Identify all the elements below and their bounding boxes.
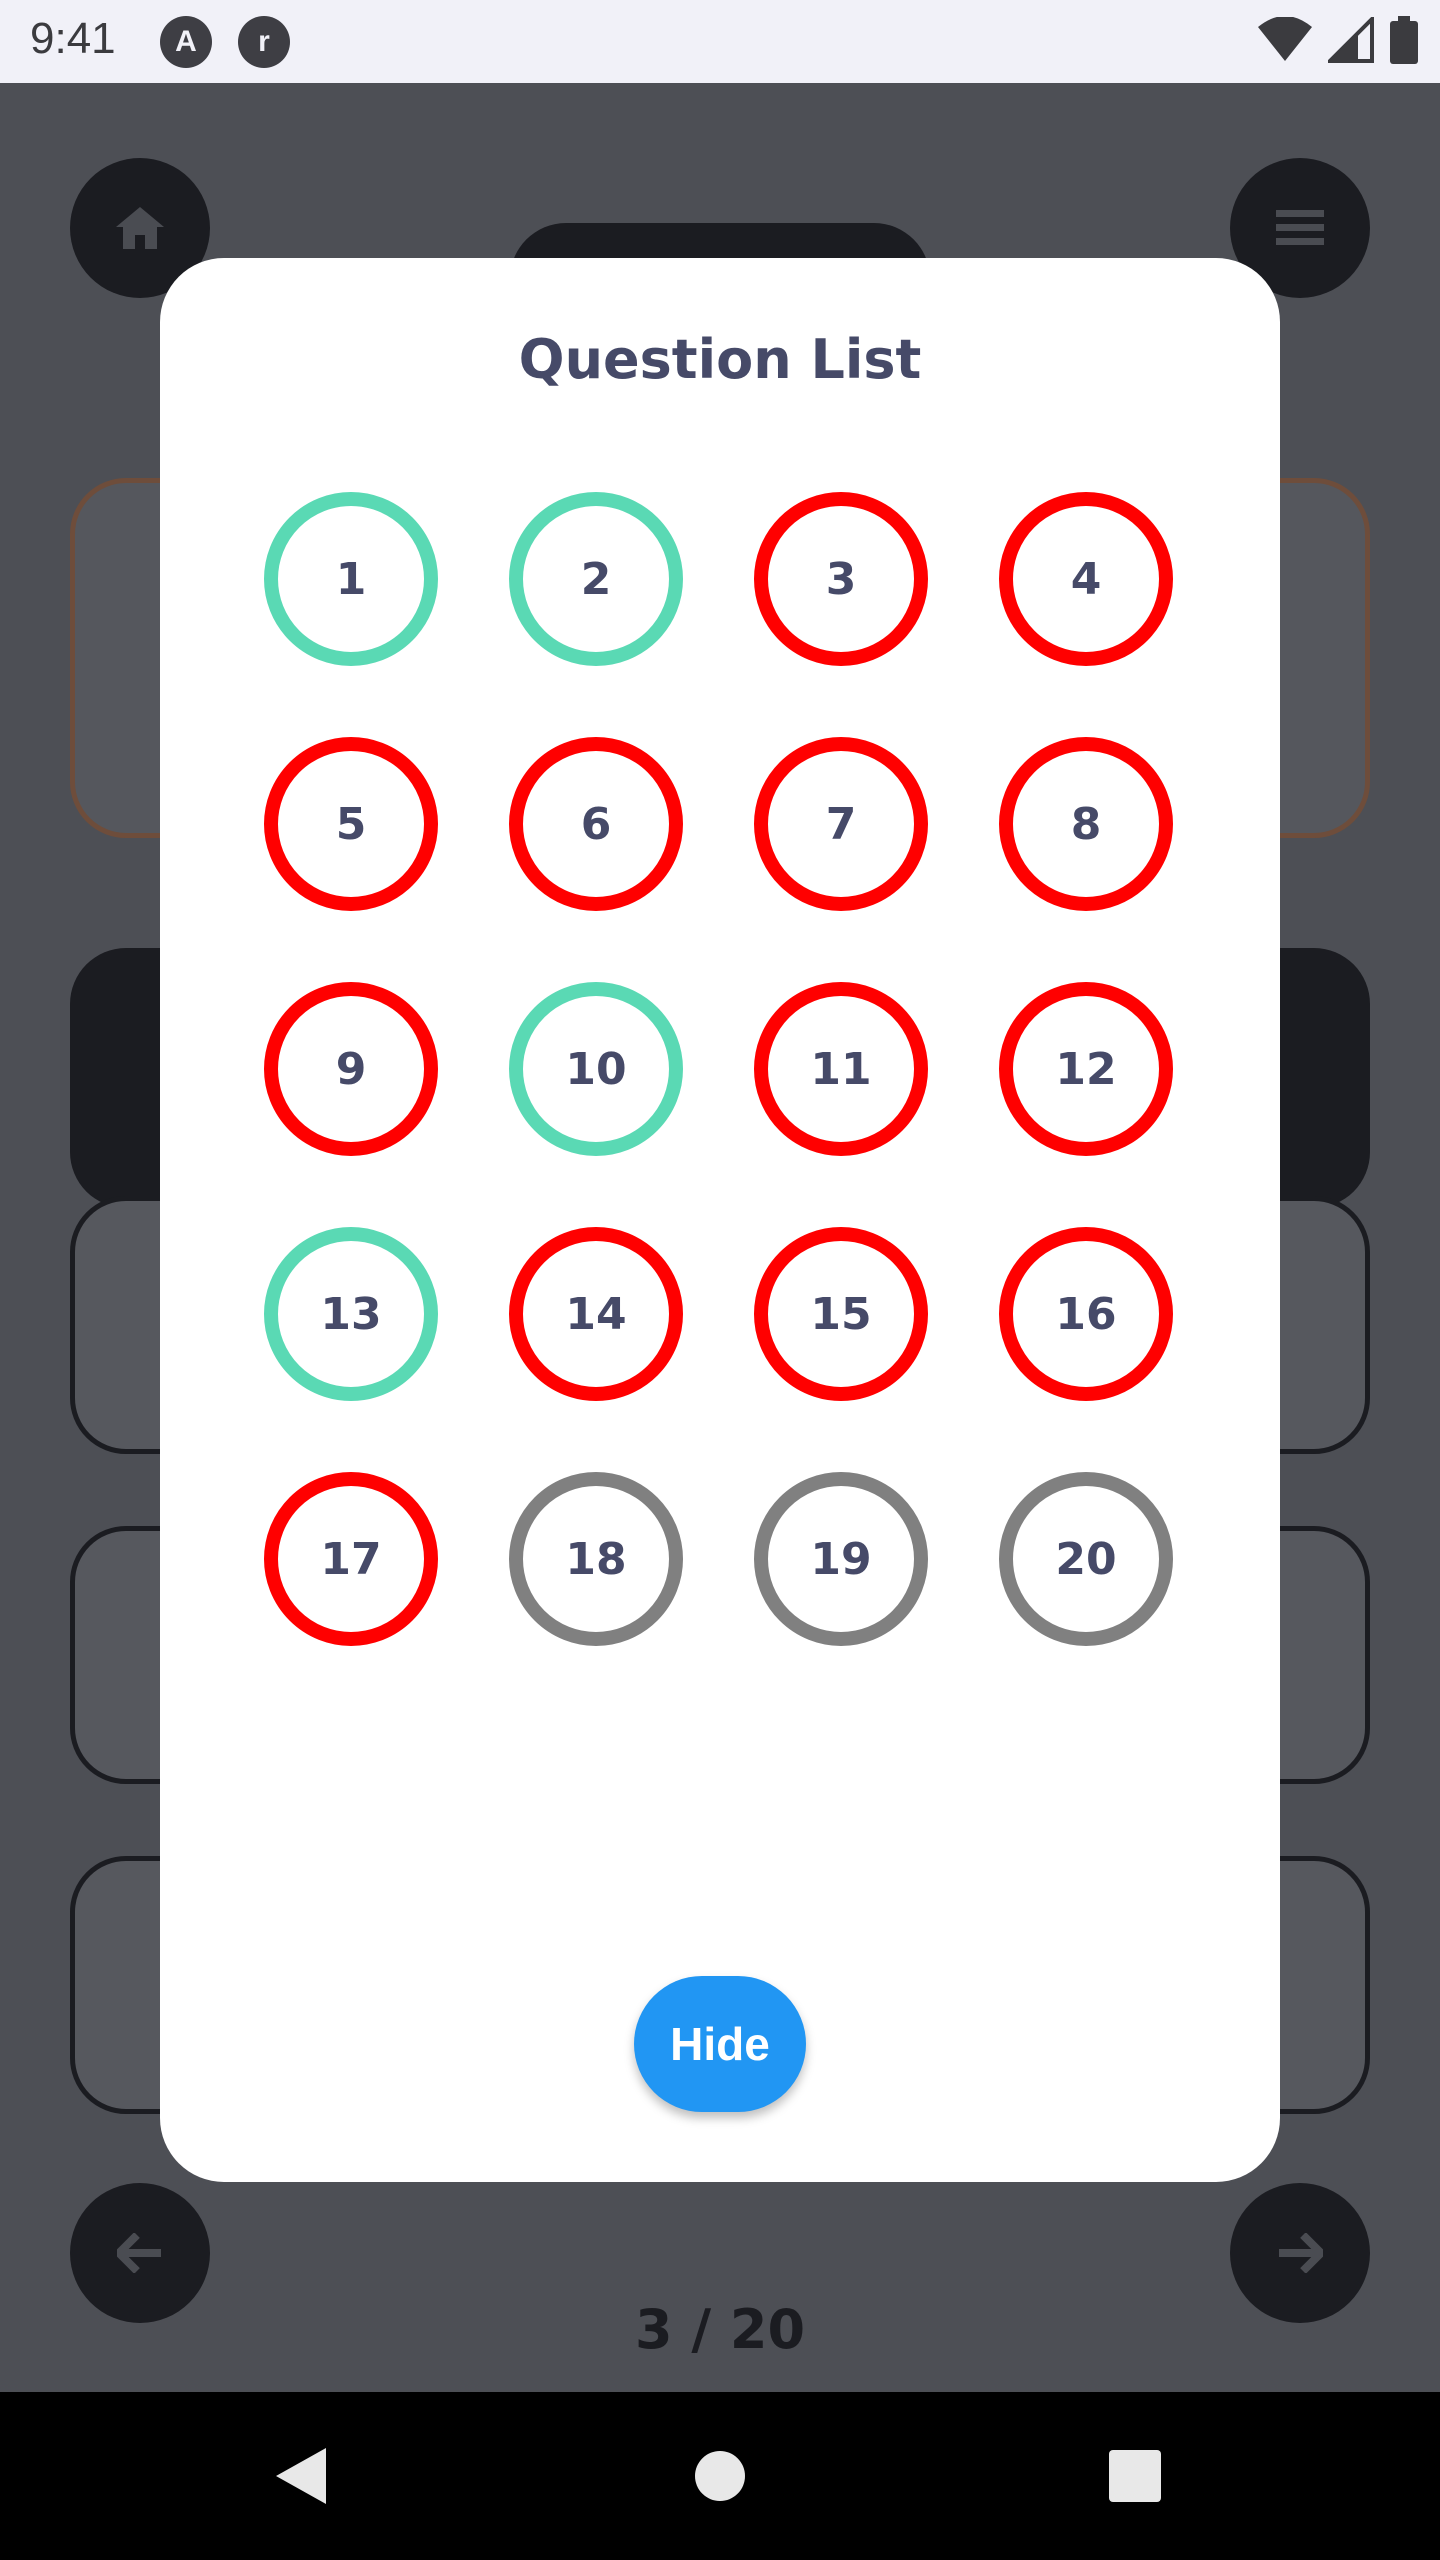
wifi-icon — [1258, 17, 1312, 61]
nav-home-button[interactable] — [640, 2392, 800, 2560]
arrow-left-icon — [117, 2233, 161, 2273]
question-button-wrong[interactable]: 5 — [264, 737, 438, 911]
nav-back-button[interactable] — [220, 2392, 380, 2560]
app-notification-icon: A — [160, 16, 212, 68]
status-time: 9:41 — [30, 14, 116, 63]
question-grid: 1 2 3 4 5 6 7 8 9 10 11 12 13 14 15 16 17 18 19 20 — [160, 258, 1280, 1858]
question-button-wrong[interactable]: 15 — [754, 1227, 928, 1401]
page-counter: 3 / 20 — [634, 2298, 806, 2361]
back-icon — [276, 2448, 326, 2504]
question-button-unanswered[interactable]: 18 — [509, 1472, 683, 1646]
status-bar: 9:41 A r — [0, 0, 1440, 83]
app-notification-icon: r — [238, 16, 290, 68]
status-icons — [1258, 16, 1418, 64]
question-button-wrong[interactable]: 9 — [264, 982, 438, 1156]
question-button-wrong[interactable]: 8 — [999, 737, 1173, 911]
navigation-bar — [0, 2392, 1440, 2560]
question-button-wrong[interactable]: 6 — [509, 737, 683, 911]
question-button-correct[interactable]: 2 — [509, 492, 683, 666]
question-list-dialog: Question List 1 2 3 4 5 6 7 8 9 10 11 12 13 14 15 16 17 1… — [160, 258, 1280, 2182]
next-button[interactable] — [1230, 2183, 1370, 2323]
hide-button[interactable]: Hide — [634, 1976, 806, 2112]
question-button-wrong[interactable]: 14 — [509, 1227, 683, 1401]
home-icon — [116, 207, 164, 249]
question-button-wrong[interactable]: 11 — [754, 982, 928, 1156]
signal-icon — [1328, 17, 1374, 63]
question-button-wrong[interactable]: 3 — [754, 492, 928, 666]
question-button-correct[interactable]: 13 — [264, 1227, 438, 1401]
question-button-unanswered[interactable]: 20 — [999, 1472, 1173, 1646]
menu-icon — [1276, 210, 1324, 245]
question-button-wrong[interactable]: 4 — [999, 492, 1173, 666]
question-button-wrong[interactable]: 17 — [264, 1472, 438, 1646]
previous-button[interactable] — [70, 2183, 210, 2323]
nav-recents-button[interactable] — [1055, 2392, 1215, 2560]
question-button-correct[interactable]: 10 — [509, 982, 683, 1156]
question-button-wrong[interactable]: 12 — [999, 982, 1173, 1156]
home-circle-icon — [695, 2451, 745, 2501]
battery-icon — [1390, 16, 1418, 64]
recents-icon — [1109, 2450, 1161, 2502]
arrow-right-icon — [1279, 2233, 1323, 2273]
question-button-wrong[interactable]: 7 — [754, 737, 928, 911]
question-button-unanswered[interactable]: 19 — [754, 1472, 928, 1646]
question-button-correct[interactable]: 1 — [264, 492, 438, 666]
question-button-wrong[interactable]: 16 — [999, 1227, 1173, 1401]
